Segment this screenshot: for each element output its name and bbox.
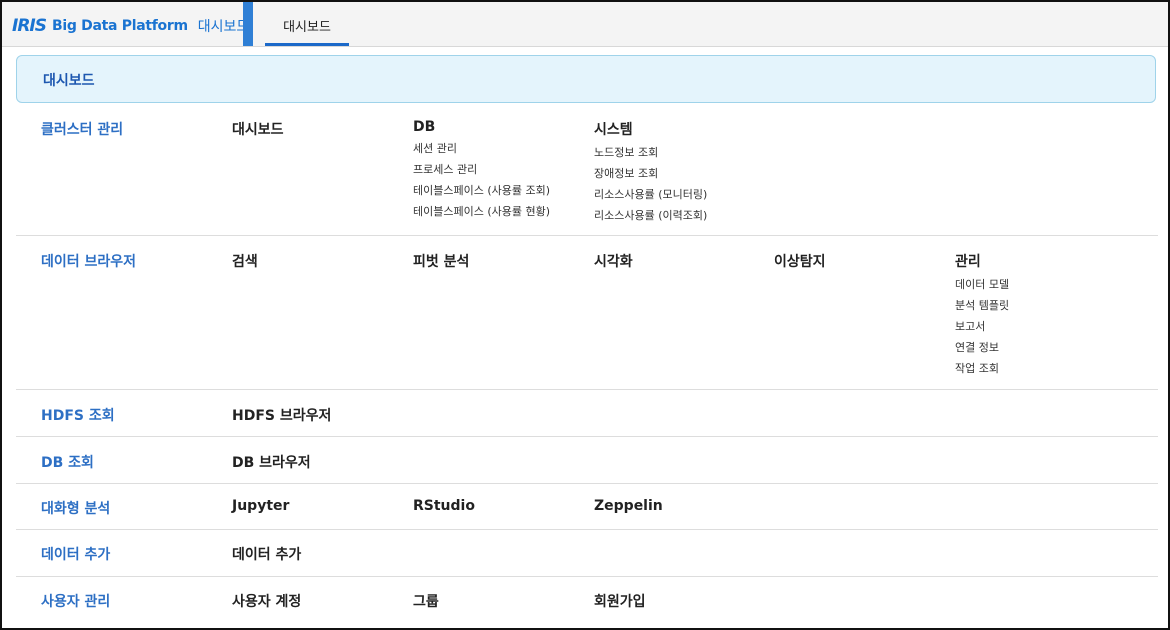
menu-link[interactable]: 그룹 xyxy=(413,591,439,611)
menu-link[interactable]: 회원가입 xyxy=(594,591,646,611)
submenu-link[interactable]: 장애정보 조회 xyxy=(594,163,707,184)
submenu-list: 데이터 모델 분석 템플릿 보고서 연결 정보 작업 조회 xyxy=(955,274,1009,379)
submenu-link[interactable]: 작업 조회 xyxy=(955,358,1009,379)
menu-category[interactable]: DB 조회 xyxy=(41,452,94,472)
menu-link[interactable]: 사용자 계정 xyxy=(232,591,301,611)
panel-title: 대시보드 xyxy=(43,73,95,89)
menu-column: 이상탐지 xyxy=(774,251,826,271)
menu-link[interactable]: 시각화 xyxy=(594,251,633,271)
menu-link[interactable]: RStudio xyxy=(413,498,475,514)
submenu-link[interactable]: 연결 정보 xyxy=(955,337,1009,358)
menu-link[interactable]: 시스템 xyxy=(594,119,707,139)
app-window: IRIS Big Data Platform 대시보드 대시보드 대시보드 클러… xyxy=(0,0,1170,630)
menu-column: 관리데이터 모델 분석 템플릿 보고서 연결 정보 작업 조회 xyxy=(955,251,1009,379)
menu-column: 시각화 xyxy=(594,251,633,271)
submenu-list: 세션 관리 프로세스 관리 테이블스페이스 (사용률 조회) 테이블스페이스 (사용률… xyxy=(413,138,550,222)
menu-column: Jupyter xyxy=(232,498,289,514)
submenu-link[interactable]: 데이터 모델 xyxy=(955,274,1009,295)
submenu-link[interactable]: 분석 템플릿 xyxy=(955,295,1009,316)
menu-column: 대시보드 xyxy=(232,119,284,139)
menu-link[interactable]: 관리 xyxy=(955,251,1009,271)
menu-link[interactable]: 피벗 분석 xyxy=(413,251,469,271)
menu-row: 데이터 브라우저 검색 피벗 분석 시각화 이상탐지 관리데이터 모델 분석 템플릿 보고서 연… xyxy=(16,236,1158,390)
submenu-link[interactable]: 리소스사용률 (이력조회) xyxy=(594,205,707,226)
submenu-list: 노드정보 조회 장애정보 조회 리소스사용률 (모니터링) 리소스사용률 (이력조회) xyxy=(594,142,707,226)
header-accent-bar xyxy=(243,2,253,46)
top-bar: IRIS Big Data Platform 대시보드 대시보드 xyxy=(2,2,1168,47)
menu-column: HDFS 브라우저 xyxy=(232,405,331,425)
tab-dashboard[interactable]: 대시보드 xyxy=(265,14,349,46)
menu-column: DB 세션 관리 프로세스 관리 테이블스페이스 (사용률 조회) 테이블스페이스 (사… xyxy=(413,119,550,222)
menu-column: 회원가입 xyxy=(594,591,646,611)
submenu-link[interactable]: 노드정보 조회 xyxy=(594,142,707,163)
menu-column: RStudio xyxy=(413,498,475,514)
current-page-name: 대시보드 xyxy=(197,19,250,35)
menu-row: 데이터 추가 데이터 추가 xyxy=(16,530,1158,577)
menu-column: 사용자 계정 xyxy=(232,591,301,611)
menu-link[interactable]: Jupyter xyxy=(232,498,289,514)
brand-logo[interactable]: IRIS Big Data Platform 대시보드 xyxy=(12,16,249,36)
menu-category[interactable]: 대화형 분석 xyxy=(41,498,110,518)
menu-column: 그룹 xyxy=(413,591,439,611)
menu-link[interactable]: 검색 xyxy=(232,251,258,271)
menu-link[interactable]: DB xyxy=(413,119,550,135)
menu-column: 데이터 추가 xyxy=(232,544,301,564)
submenu-link[interactable]: 보고서 xyxy=(955,316,1009,337)
menu-link[interactable]: 데이터 추가 xyxy=(232,544,301,564)
menu-row: DB 조회 DB 브라우저 xyxy=(16,437,1158,484)
submenu-link[interactable]: 테이블스페이스 (사용률 현황) xyxy=(413,201,550,222)
menu-row: 클러스터 관리 대시보드 DB 세션 관리 프로세스 관리 테이블스페이스 (사용률 조회… xyxy=(16,102,1158,236)
submenu-link[interactable]: 세션 관리 xyxy=(413,138,550,159)
menu-row: 사용자 관리 사용자 계정 그룹 회원가입 xyxy=(16,577,1158,624)
menu-link[interactable]: 대시보드 xyxy=(232,119,284,139)
menu-link[interactable]: HDFS 브라우저 xyxy=(232,405,331,425)
menu-link[interactable]: Zeppelin xyxy=(594,498,663,514)
menu-category[interactable]: HDFS 조회 xyxy=(41,405,115,425)
menu-link[interactable]: 이상탐지 xyxy=(774,251,826,271)
menu-category[interactable]: 데이터 추가 xyxy=(41,544,110,564)
menu-row: HDFS 조회 HDFS 브라우저 xyxy=(16,390,1158,437)
menu-category[interactable]: 클러스터 관리 xyxy=(41,119,123,139)
menu-column: DB 브라우저 xyxy=(232,452,311,472)
menu-category[interactable]: 사용자 관리 xyxy=(41,591,110,611)
menu-column: 시스템노드정보 조회 장애정보 조회 리소스사용률 (모니터링) 리소스사용률 (이력… xyxy=(594,119,707,226)
menu-category[interactable]: 데이터 브라우저 xyxy=(41,251,136,271)
submenu-link[interactable]: 테이블스페이스 (사용률 조회) xyxy=(413,180,550,201)
platform-name: Big Data Platform xyxy=(51,18,188,34)
menu-column: 피벗 분석 xyxy=(413,251,469,271)
menu-column: Zeppelin xyxy=(594,498,663,514)
menu-row: 대화형 분석 Jupyter RStudio Zeppelin xyxy=(16,484,1158,530)
iris-logo-text: IRIS xyxy=(12,16,47,36)
menu-link[interactable]: DB 브라우저 xyxy=(232,452,311,472)
submenu-link[interactable]: 리소스사용률 (모니터링) xyxy=(594,184,707,205)
active-tab-indicator xyxy=(265,43,349,46)
menu-column: 검색 xyxy=(232,251,258,271)
dashboard-panel-header: 대시보드 xyxy=(16,55,1156,103)
submenu-link[interactable]: 프로세스 관리 xyxy=(413,159,550,180)
